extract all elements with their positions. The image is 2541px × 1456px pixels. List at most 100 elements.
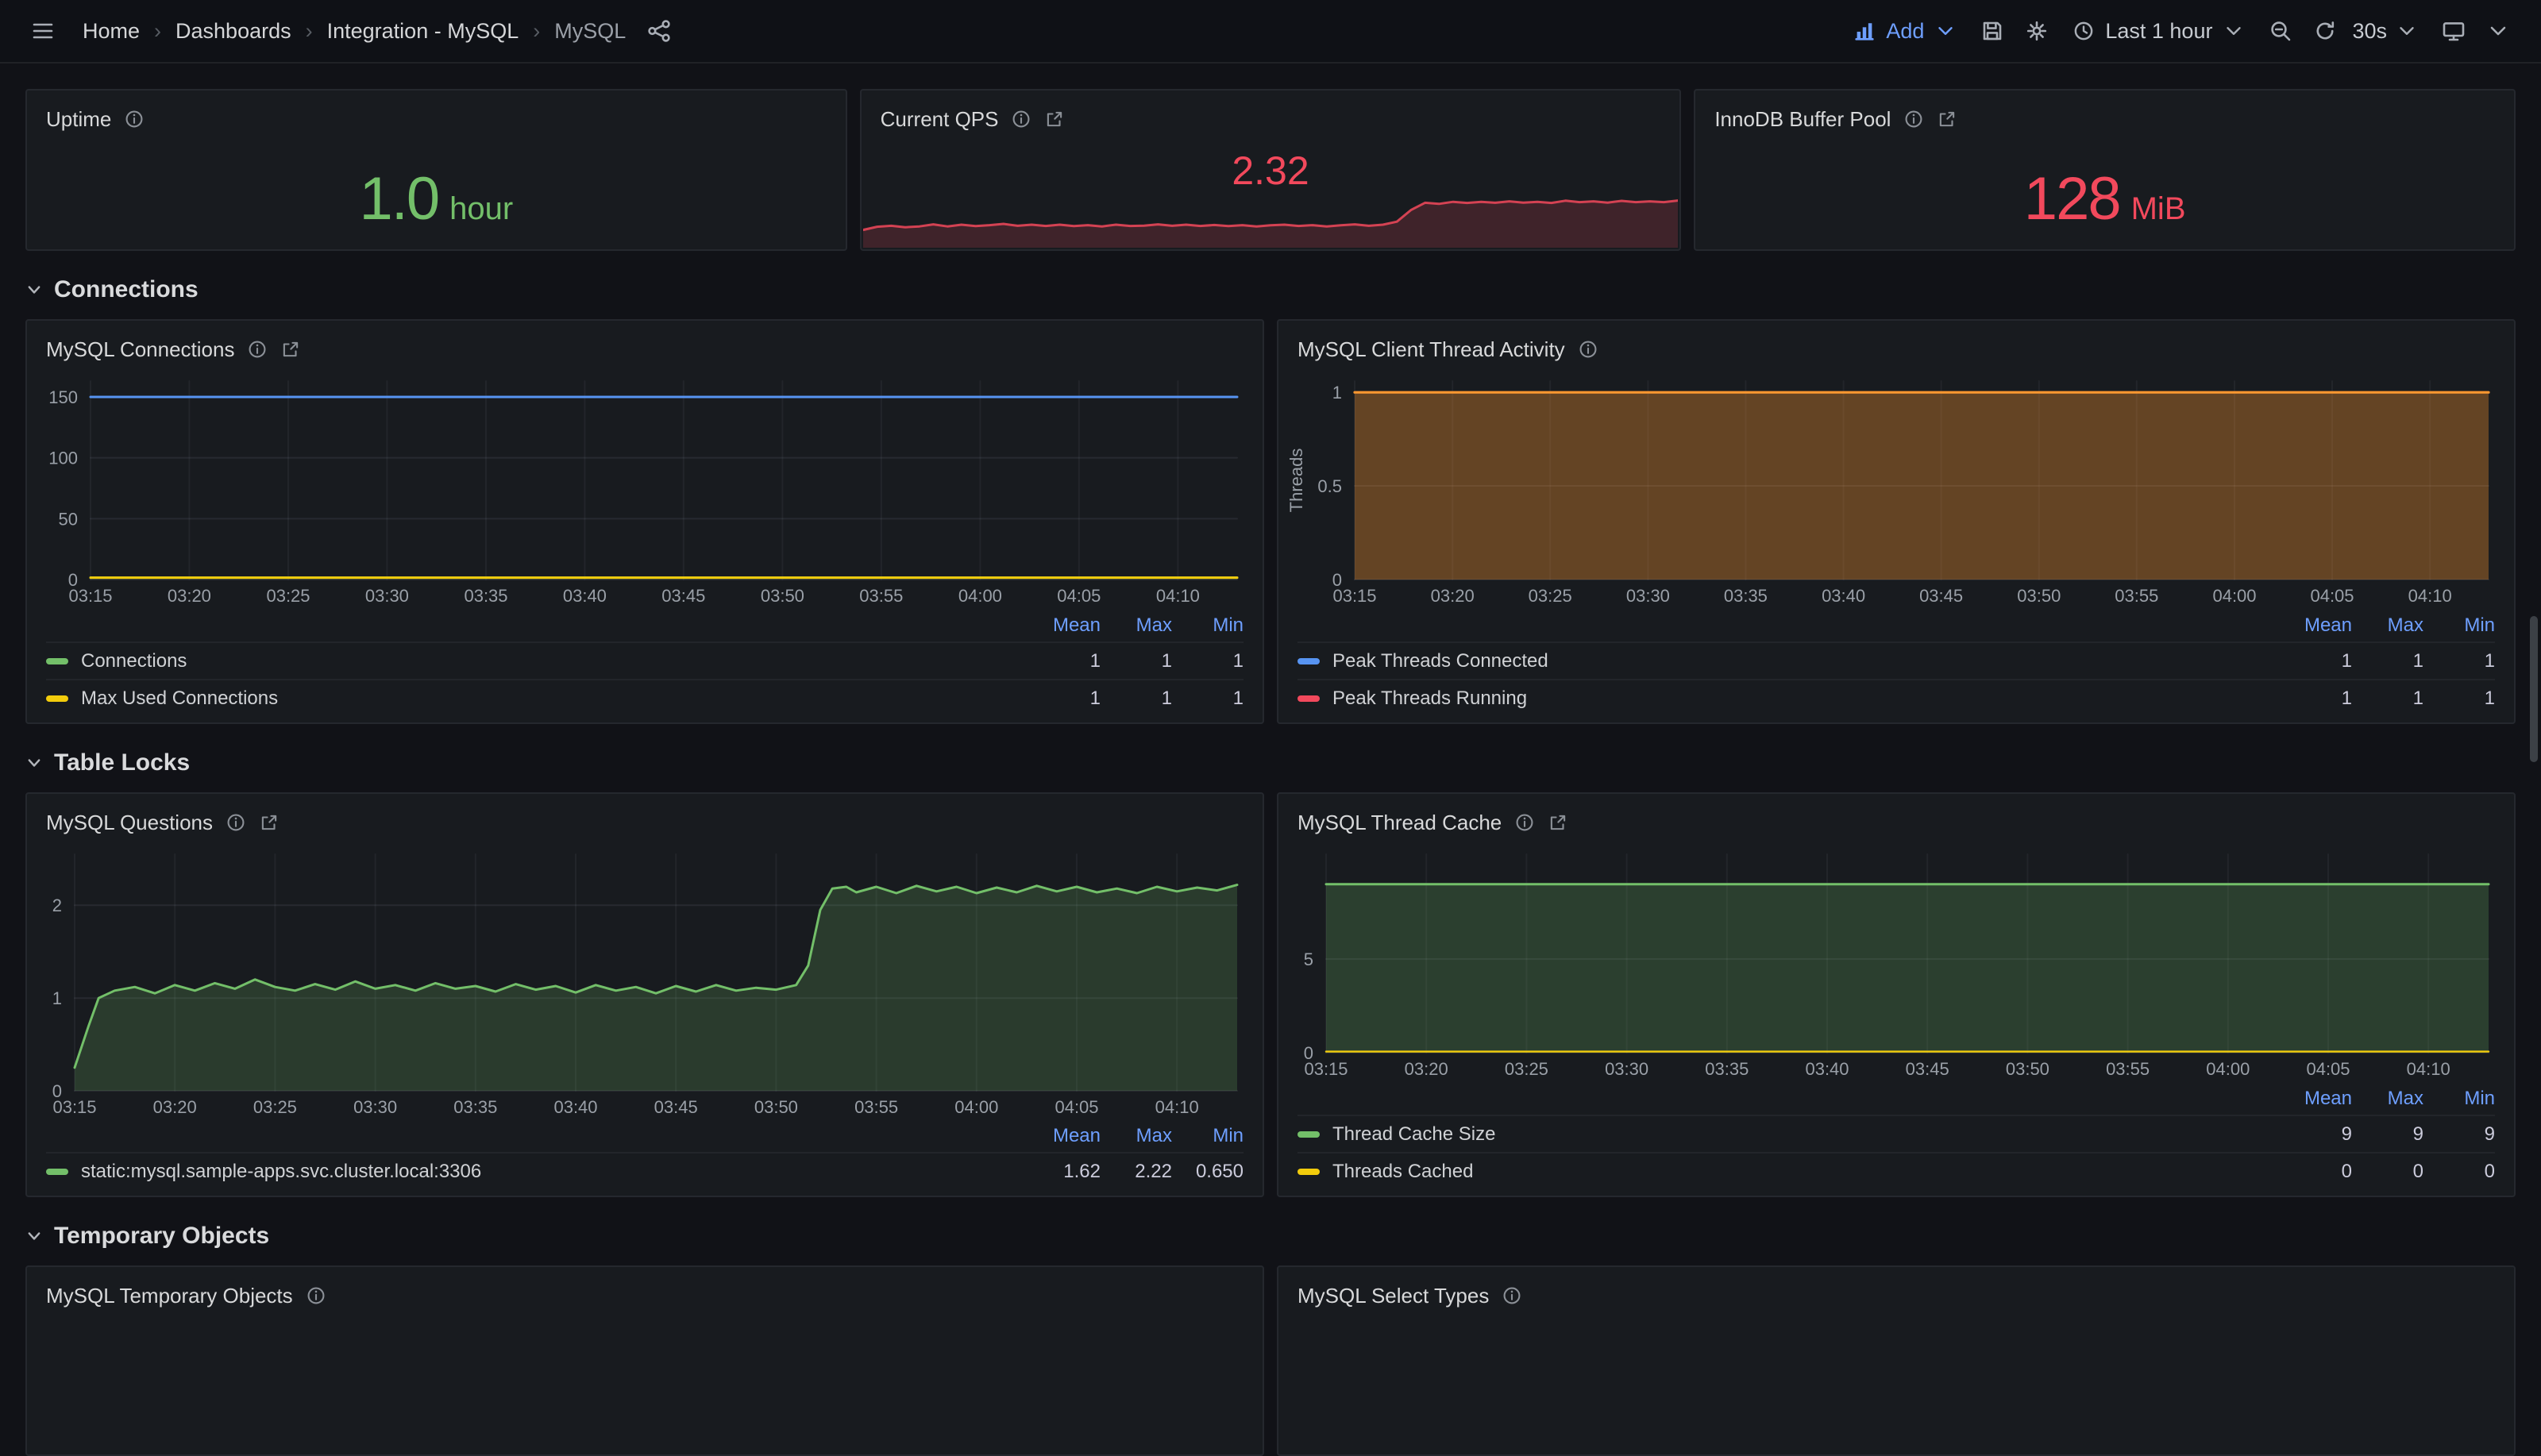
scrollbar-thumb[interactable] — [2530, 616, 2538, 762]
toolbar-collapse-button[interactable] — [2477, 10, 2519, 52]
mysql-thread-cache-chart[interactable]: 0503:1503:2003:2503:3003:3503:4003:4503:… — [1285, 845, 2504, 1083]
refresh-interval-picker[interactable]: 30s — [2349, 13, 2430, 50]
series-mean: 9 — [2281, 1123, 2352, 1146]
series-label[interactable]: Threads Cached — [1332, 1161, 2281, 1183]
zoom-out-time-button[interactable] — [2260, 10, 2301, 52]
svg-text:04:10: 04:10 — [1156, 586, 1200, 606]
series-swatch — [1297, 658, 1320, 664]
panel-header[interactable]: Current QPS — [862, 91, 1680, 135]
series-min: 1 — [2423, 688, 2495, 710]
breadcrumb-dashboards[interactable]: Dashboards — [175, 19, 291, 44]
legend: Mean Max Min Thread Cache Size 9 9 9 Thr… — [1278, 1083, 2514, 1189]
legend-header-max[interactable]: Max — [1101, 614, 1172, 637]
external-link-icon[interactable] — [1937, 109, 1957, 129]
svg-text:03:40: 03:40 — [1822, 586, 1865, 606]
legend-header-min[interactable]: Min — [2423, 1088, 2495, 1110]
menu-button[interactable] — [22, 10, 64, 52]
time-range-picker[interactable]: Last 1 hour — [2061, 13, 2257, 50]
series-label[interactable]: Peak Threads Connected — [1332, 650, 2281, 672]
svg-text:04:10: 04:10 — [2407, 1059, 2450, 1079]
series-min: 9 — [2423, 1123, 2495, 1146]
legend-row: Peak Threads Connected 1 1 1 — [1297, 641, 2495, 679]
series-swatch — [46, 1169, 68, 1175]
panel-header[interactable]: MySQL Select Types — [1278, 1267, 2514, 1312]
legend-header-max[interactable]: Max — [2352, 614, 2423, 637]
info-icon[interactable] — [247, 339, 268, 360]
refresh-button[interactable] — [2304, 10, 2346, 52]
panel-title: MySQL Select Types — [1297, 1284, 1489, 1308]
info-icon[interactable] — [1011, 109, 1031, 129]
panel-title: InnoDB Buffer Pool — [1714, 107, 1891, 132]
section-connections[interactable]: Connections — [25, 276, 2516, 303]
stat-body: 1.0 hour — [27, 135, 846, 249]
legend-header-mean[interactable]: Mean — [2281, 1088, 2352, 1110]
panel-header[interactable]: MySQL Client Thread Activity — [1278, 321, 2514, 365]
mysql-connections-chart[interactable]: 05010015003:1503:2003:2503:3003:3503:400… — [33, 372, 1253, 610]
panel-header[interactable]: MySQL Temporary Objects — [27, 1267, 1263, 1312]
series-label[interactable]: Thread Cache Size — [1332, 1123, 2281, 1146]
hamburger-icon — [30, 18, 56, 44]
panel-header[interactable]: Uptime — [27, 91, 846, 135]
time-range-label: Last 1 hour — [2105, 19, 2212, 44]
panel-header[interactable]: MySQL Thread Cache — [1278, 794, 2514, 838]
series-label[interactable]: Connections — [81, 650, 1029, 672]
external-link-icon[interactable] — [1044, 109, 1065, 129]
breadcrumb-home[interactable]: Home — [83, 19, 140, 44]
info-icon[interactable] — [1578, 339, 1598, 360]
legend-header-min[interactable]: Min — [1172, 614, 1244, 637]
legend-header-mean[interactable]: Mean — [1029, 614, 1101, 637]
svg-text:03:40: 03:40 — [563, 586, 607, 606]
legend-header-min[interactable]: Min — [2423, 614, 2495, 637]
external-link-icon[interactable] — [1548, 812, 1568, 833]
legend-header-mean[interactable]: Mean — [2281, 614, 2352, 637]
legend-header-max[interactable]: Max — [2352, 1088, 2423, 1110]
tv-mode-button[interactable] — [2433, 10, 2474, 52]
series-mean: 1 — [1029, 688, 1101, 710]
section-temporary-objects[interactable]: Temporary Objects — [25, 1223, 2516, 1250]
info-icon[interactable] — [306, 1285, 326, 1306]
info-icon[interactable] — [1502, 1285, 1522, 1306]
info-icon[interactable] — [1514, 812, 1535, 833]
series-label[interactable]: static:mysql.sample-apps.svc.cluster.loc… — [81, 1161, 1029, 1183]
mysql-client-thread-activity-chart[interactable]: 00.5103:1503:2003:2503:3003:3503:4003:45… — [1285, 372, 2504, 610]
legend-header-min[interactable]: Min — [1172, 1125, 1244, 1147]
dashboard-content: Uptime 1.0 hour Current QPS 2.32 InnoDB … — [0, 64, 2541, 1456]
info-icon[interactable] — [124, 109, 145, 129]
share-button[interactable] — [638, 10, 680, 52]
legend-row: Connections 1 1 1 — [46, 641, 1244, 679]
stat-body: 128 MiB — [1695, 135, 2514, 249]
section-table-locks[interactable]: Table Locks — [25, 749, 2516, 776]
external-link-icon[interactable] — [259, 812, 280, 833]
dashboard-settings-button[interactable] — [2016, 10, 2057, 52]
svg-text:03:55: 03:55 — [854, 1097, 898, 1117]
mysql-questions-panel: MySQL Questions 01203:1503:2003:2503:300… — [25, 792, 1264, 1197]
save-dashboard-button[interactable] — [1972, 10, 2013, 52]
svg-text:03:35: 03:35 — [1705, 1059, 1749, 1079]
breadcrumb-integration-mysql[interactable]: Integration - MySQL — [327, 19, 519, 44]
uptime-panel: Uptime 1.0 hour — [25, 89, 847, 251]
series-label[interactable]: Max Used Connections — [81, 688, 1029, 710]
panel-header[interactable]: InnoDB Buffer Pool — [1695, 91, 2514, 135]
add-button[interactable]: Add — [1841, 13, 1968, 50]
svg-text:03:25: 03:25 — [266, 586, 310, 606]
info-icon[interactable] — [226, 812, 246, 833]
svg-text:04:10: 04:10 — [2408, 586, 2452, 606]
info-icon[interactable] — [1903, 109, 1924, 129]
svg-text:03:55: 03:55 — [2115, 586, 2158, 606]
zoom-out-icon — [2268, 18, 2293, 44]
svg-text:03:35: 03:35 — [1724, 586, 1768, 606]
external-link-icon[interactable] — [280, 339, 301, 360]
series-label[interactable]: Peak Threads Running — [1332, 688, 2281, 710]
legend-row: Threads Cached 0 0 0 — [1297, 1152, 2495, 1189]
svg-text:03:15: 03:15 — [68, 586, 112, 606]
svg-text:03:20: 03:20 — [1405, 1059, 1448, 1079]
breadcrumb-current[interactable]: MySQL — [554, 19, 626, 44]
svg-text:1: 1 — [52, 988, 62, 1008]
svg-text:04:05: 04:05 — [2310, 586, 2354, 606]
chevron-down-icon — [2485, 18, 2511, 44]
legend-header-mean[interactable]: Mean — [1029, 1125, 1101, 1147]
panel-header[interactable]: MySQL Questions — [27, 794, 1263, 838]
panel-header[interactable]: MySQL Connections — [27, 321, 1263, 365]
legend-header-max[interactable]: Max — [1101, 1125, 1172, 1147]
mysql-questions-chart[interactable]: 01203:1503:2003:2503:3003:3503:4003:4503… — [33, 845, 1253, 1120]
